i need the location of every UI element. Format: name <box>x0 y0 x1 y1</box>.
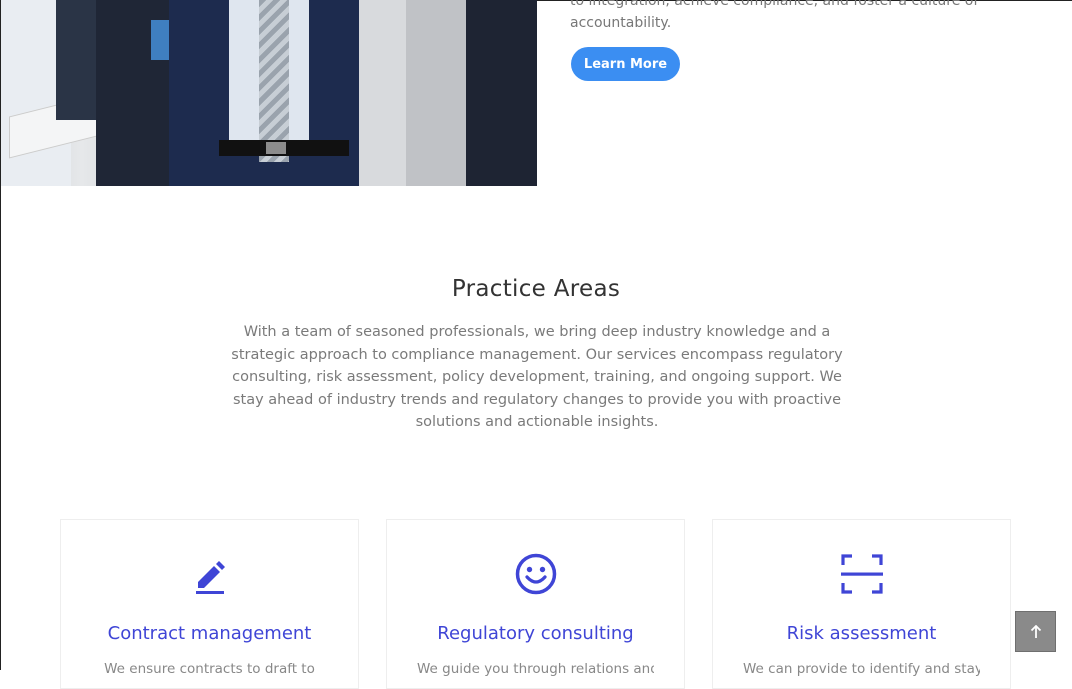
smiley-icon <box>387 553 684 595</box>
scan-frame-icon <box>713 553 1010 595</box>
card-title: Contract management <box>107 623 312 644</box>
learn-more-button[interactable]: Learn More <box>571 47 680 81</box>
hero-image <box>1 0 537 186</box>
card-title: Regulatory consulting <box>437 623 634 644</box>
back-to-top-button[interactable] <box>1015 611 1056 652</box>
card-text: We can provide to identify and stay <box>743 661 980 677</box>
card-title: Risk assessment <box>786 623 937 644</box>
practice-card-contract-management[interactable]: Contract management We ensure contracts … <box>60 519 359 689</box>
hero-description: to integration, achieve compliance, and … <box>570 0 1030 34</box>
practice-card-regulatory-consulting[interactable]: Regulatory consulting We guide you throu… <box>386 519 685 689</box>
arrow-up-icon <box>1030 624 1041 638</box>
section-title: Practice Areas <box>451 276 621 302</box>
hero-description-line2: accountability. <box>570 15 672 31</box>
hero-description-line1: to integration, achieve compliance, and … <box>570 0 979 9</box>
section-description: With a team of seasoned professionals, w… <box>231 324 843 430</box>
card-text: We ensure contracts to draft to <box>104 661 315 677</box>
practice-card-risk-assessment[interactable]: Risk assessment We can provide to identi… <box>712 519 1011 689</box>
pencil-icon <box>61 553 358 595</box>
card-text: We guide you through relations and <box>417 661 654 677</box>
